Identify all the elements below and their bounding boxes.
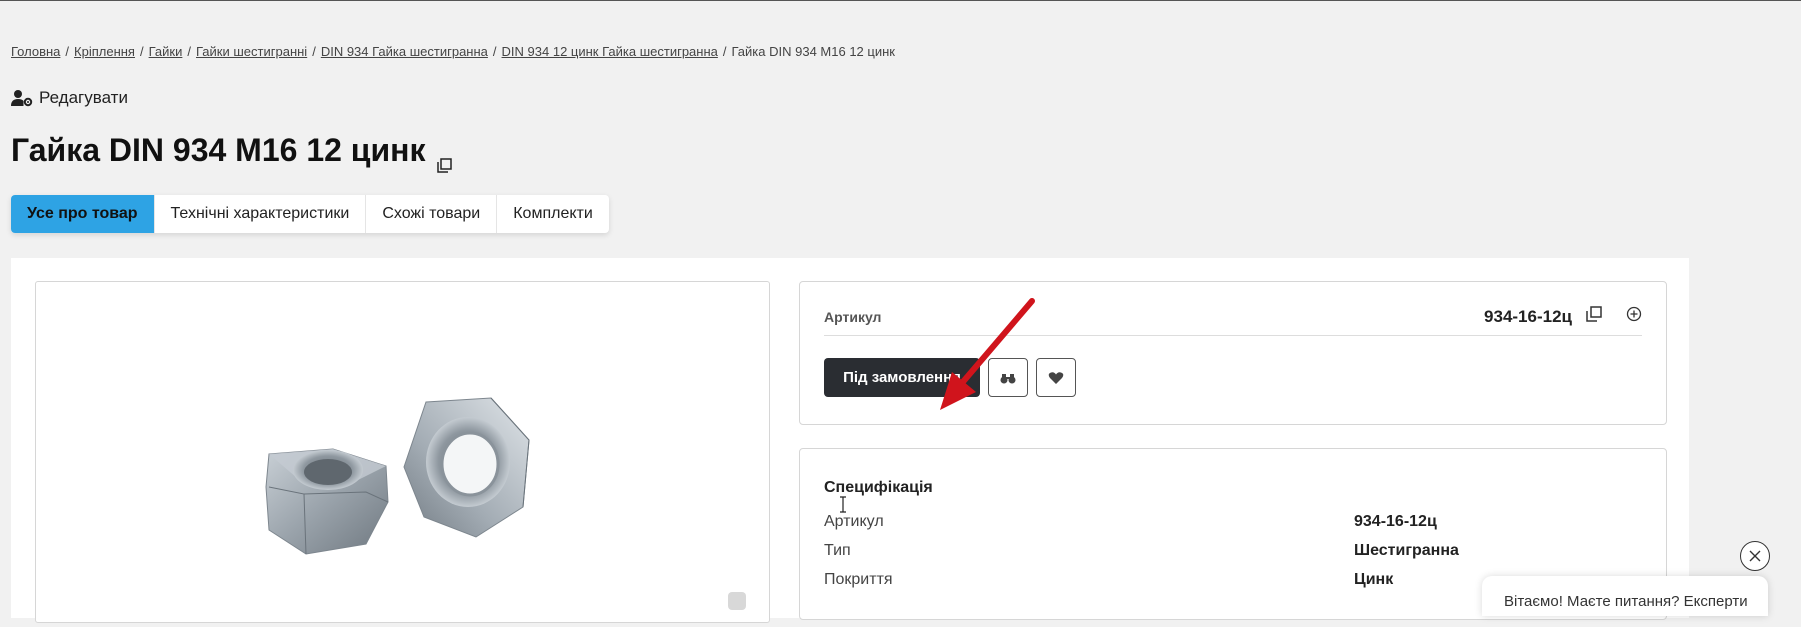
product-tabs: Усе про товар Технічні характеристики Сх… xyxy=(11,195,609,233)
close-icon xyxy=(1749,550,1761,562)
divider xyxy=(824,335,1642,336)
favorite-button[interactable] xyxy=(1036,358,1076,397)
breadcrumb: Головна / Кріплення / Гайки / Гайки шестигранн… xyxy=(11,44,895,59)
compare-button[interactable] xyxy=(988,358,1028,397)
chat-widget-bubble[interactable]: Вітаємо! Маєте питання? Експерти xyxy=(1482,576,1768,616)
binoculars-icon xyxy=(1000,373,1016,383)
copy-sku-icon[interactable] xyxy=(1586,306,1602,322)
tab-kits[interactable]: Комплекти xyxy=(497,195,609,233)
breadcrumb-link-nuts[interactable]: Гайки xyxy=(149,44,183,59)
order-button[interactable]: Під замовлення xyxy=(824,358,980,397)
sku-value: 934-16-12ц xyxy=(1484,307,1572,326)
edit-label: Редагувати xyxy=(39,88,128,107)
user-gear-icon xyxy=(11,90,33,107)
breadcrumb-link-hex-nuts[interactable]: Гайки шестигранні xyxy=(196,44,307,59)
edit-link[interactable]: Редагувати xyxy=(11,88,128,108)
breadcrumb-separator: / xyxy=(65,44,70,59)
hex-nuts-image xyxy=(265,397,530,555)
breadcrumb-link-din934[interactable]: DIN 934 Гайка шестигранна xyxy=(321,44,488,59)
breadcrumb-link-home[interactable]: Головна xyxy=(11,44,60,59)
chat-close-button[interactable] xyxy=(1740,541,1770,571)
spec-row: Артикул 934-16-12ц xyxy=(824,513,1642,535)
breadcrumb-separator: / xyxy=(139,44,144,59)
spec-title: Специфікація xyxy=(824,479,933,496)
heart-icon xyxy=(1048,371,1064,384)
copy-title-icon[interactable] xyxy=(437,144,453,173)
breadcrumb-current: Гайка DIN 934 М16 12 цинк xyxy=(731,44,895,59)
page-title-text: Гайка DIN 934 М16 12 цинк xyxy=(11,132,426,168)
spec-key: Артикул xyxy=(824,513,884,530)
breadcrumb-separator: / xyxy=(492,44,497,59)
top-border xyxy=(0,0,1801,1)
page-title: Гайка DIN 934 М16 12 цинк xyxy=(11,132,453,173)
spec-value: 934-16-12ц xyxy=(1354,513,1437,530)
tab-all-about-product[interactable]: Усе про товар xyxy=(11,195,155,233)
breadcrumb-separator: / xyxy=(187,44,191,59)
gallery-next-handle[interactable] xyxy=(728,592,746,610)
breadcrumb-link-fasteners[interactable]: Кріплення xyxy=(74,44,135,59)
breadcrumb-separator: / xyxy=(312,44,316,59)
plus-circle-icon[interactable] xyxy=(1626,306,1642,322)
spec-value: Шестигранна xyxy=(1354,542,1459,559)
spec-value: Цинк xyxy=(1354,571,1394,588)
spec-key: Тип xyxy=(824,542,851,559)
breadcrumb-separator: / xyxy=(722,44,727,59)
product-image[interactable] xyxy=(35,281,770,623)
sku-label: Артикул xyxy=(824,309,882,325)
tab-specifications[interactable]: Технічні характеристики xyxy=(155,195,367,233)
spec-key: Покриття xyxy=(824,571,893,588)
spec-row: Тип Шестигранна xyxy=(824,542,1642,564)
breadcrumb-link-din934-12-zinc[interactable]: DIN 934 12 цинк Гайка шестигранна xyxy=(502,44,718,59)
tab-similar-products[interactable]: Схожі товари xyxy=(366,195,498,233)
purchase-card: Артикул 934-16-12ц Під замовлення xyxy=(799,281,1667,425)
